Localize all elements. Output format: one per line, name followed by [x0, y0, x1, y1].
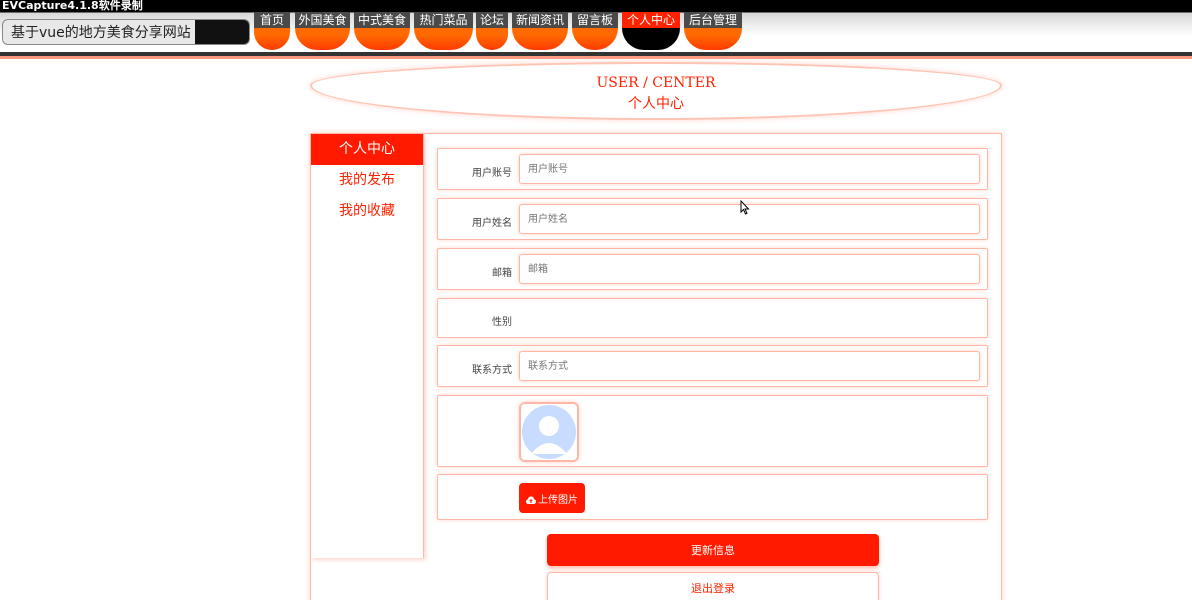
account-input[interactable]: [519, 154, 980, 184]
nav-item-home[interactable]: 首页: [254, 12, 290, 50]
page-banner: USER / CENTER 个人中心: [310, 62, 1002, 120]
nav-item-news[interactable]: 新闻资讯: [512, 12, 568, 50]
email-label: 邮箱: [492, 268, 512, 279]
sidebar-item-my-posts[interactable]: 我的发布: [311, 165, 423, 196]
banner-title-en: USER / CENTER: [596, 75, 716, 91]
sidebar-item-my-favorites[interactable]: 我的收藏: [311, 196, 423, 227]
nav-item-hot-dishes[interactable]: 热门菜品: [414, 12, 473, 50]
top-header: 基于vue的地方美食分享网站 首页 外国美食 中式美食 热门菜品 论坛 新闻资讯…: [0, 0, 1192, 59]
update-info-button[interactable]: 更新信息: [547, 534, 879, 566]
nav-item-message-board[interactable]: 留言板: [572, 12, 618, 50]
form-row-email: 邮箱: [437, 248, 988, 290]
phone-input[interactable]: [519, 351, 980, 381]
nav-item-user-center[interactable]: 个人中心: [622, 12, 680, 50]
nav-label: 热门菜品: [414, 12, 473, 28]
mouse-cursor-icon: [740, 200, 750, 215]
site-title-box: 基于vue的地方美食分享网站: [2, 19, 250, 45]
nav-label: 首页: [254, 12, 290, 28]
upload-image-button[interactable]: 上传图片: [519, 483, 585, 513]
nav-label: 后台管理: [684, 12, 742, 28]
nav-label: 个人中心: [622, 12, 680, 28]
logout-button[interactable]: 退出登录: [547, 572, 879, 600]
cloud-upload-icon: [526, 496, 536, 504]
form-row-username: 用户姓名: [437, 198, 988, 240]
site-title-dark-block: [195, 20, 249, 44]
nav-label: 中式美食: [354, 12, 410, 28]
form-row-phone: 联系方式: [437, 345, 988, 387]
upload-button-label: 上传图片: [538, 494, 578, 506]
nav-item-forum[interactable]: 论坛: [476, 12, 508, 50]
banner-title-cn: 个人中心: [628, 96, 684, 112]
sidebar-item-user-center[interactable]: 个人中心: [311, 134, 423, 165]
phone-label: 联系方式: [472, 365, 512, 376]
email-input[interactable]: [519, 254, 980, 284]
avatar-placeholder-icon: [521, 404, 577, 460]
nav-item-admin[interactable]: 后台管理: [684, 12, 742, 50]
form-row-account: 用户账号: [437, 148, 988, 190]
form-row-upload: 上传图片: [437, 474, 988, 520]
form-row-avatar: [437, 395, 988, 467]
nav-label: 新闻资讯: [512, 12, 568, 28]
form-row-gender[interactable]: 性别: [437, 298, 988, 338]
gender-label: 性别: [492, 317, 512, 328]
user-center-panel: 个人中心 我的发布 我的收藏 用户账号 用户姓名 邮箱 性别 联系方式: [310, 133, 1002, 600]
account-label: 用户账号: [472, 168, 512, 179]
username-label: 用户姓名: [472, 218, 512, 229]
nav-label: 论坛: [476, 12, 508, 28]
nav-item-chinese-food[interactable]: 中式美食: [354, 12, 410, 50]
sidebar: 个人中心 我的发布 我的收藏: [311, 134, 424, 558]
nav-item-foreign-food[interactable]: 外国美食: [295, 12, 350, 50]
nav-label: 留言板: [572, 12, 618, 28]
site-title: 基于vue的地方美食分享网站: [11, 25, 191, 41]
avatar[interactable]: [519, 402, 579, 462]
nav-label: 外国美食: [295, 12, 350, 28]
screen-recorder-watermark: EVCapture4.1.8软件录制: [0, 0, 143, 12]
